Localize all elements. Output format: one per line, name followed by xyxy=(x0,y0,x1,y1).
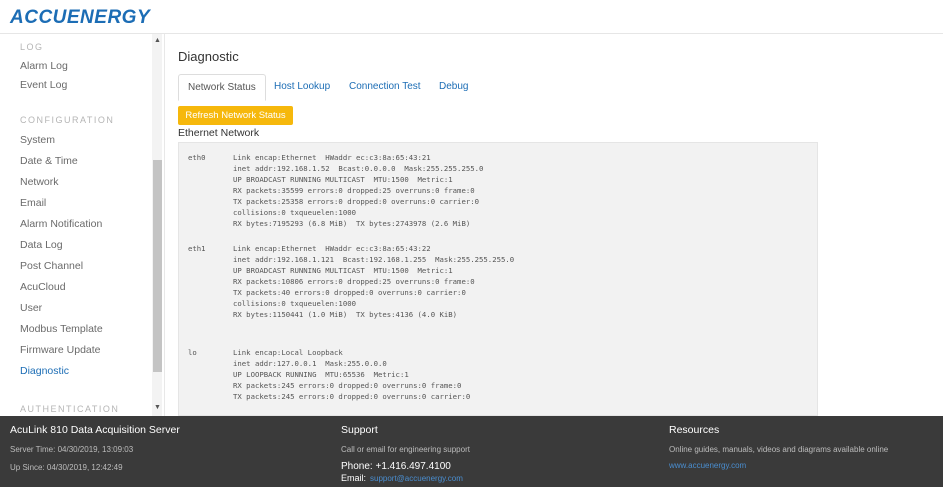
interface-line: RX packets:10806 errors:0 dropped:25 ove… xyxy=(233,277,475,286)
up-since: Up Since: 04/30/2019, 12:42:49 xyxy=(10,463,123,472)
interface-line: inet addr:192.168.1.121 Bcast:192.168.1.… xyxy=(233,255,515,264)
ethernet-network-heading: Ethernet Network xyxy=(178,127,260,139)
sidebar-item-diagnostic[interactable]: Diagnostic xyxy=(20,365,69,377)
interface-line: TX packets:245 errors:0 dropped:0 overru… xyxy=(233,392,471,401)
sidebar-item-data-log[interactable]: Data Log xyxy=(20,239,63,251)
sidebar-item-date-time[interactable]: Date & Time xyxy=(20,155,78,167)
interface-line: UP BROADCAST RUNNING MULTICAST MTU:1500 … xyxy=(233,266,453,275)
network-status-output: eth0 Link encap:Ethernet HWaddr ec:c3:8a… xyxy=(178,142,818,416)
sidebar-item-acucloud[interactable]: AcuCloud xyxy=(20,281,66,293)
interface-line: RX bytes:1150441 (1.0 MiB) TX bytes:4136… xyxy=(233,310,458,319)
diagnostic-tabs: Network Status Host Lookup Connection Te… xyxy=(178,74,818,101)
top-bar: ACCUENERGY xyxy=(0,0,943,34)
interface-line: Link encap:Local Loopback xyxy=(233,348,343,357)
interface-name: eth1 xyxy=(188,244,206,253)
support-text: Call or email for engineering support xyxy=(341,445,470,454)
interface-name: lo xyxy=(188,348,197,357)
interface-line: Link encap:Ethernet HWaddr ec:c3:8a:65:4… xyxy=(233,153,431,162)
interface-line: inet addr:192.168.1.52 Bcast:0.0.0.0 Mas… xyxy=(233,164,484,173)
refresh-network-status-button[interactable]: Refresh Network Status xyxy=(178,106,293,125)
sidebar-item-alarm-log[interactable]: Alarm Log xyxy=(20,60,68,72)
footer-support-title: Support xyxy=(341,424,378,436)
sidebar-item-event-log[interactable]: Event Log xyxy=(20,79,67,91)
interface-line: collisions:0 txqueuelen:1000 xyxy=(233,208,357,217)
footer-product-title: AcuLink 810 Data Acquisition Server xyxy=(10,424,180,436)
sidebar-heading-configuration: CONFIGURATION xyxy=(20,115,115,125)
interface-line: RX packets:245 errors:0 dropped:0 overru… xyxy=(233,381,462,390)
support-email-link[interactable]: support@accuenergy.com xyxy=(370,474,463,483)
resources-link[interactable]: www.accuenergy.com xyxy=(669,461,746,470)
interface-line: Link encap:Ethernet HWaddr ec:c3:8a:65:4… xyxy=(233,244,431,253)
sidebar: LOG Alarm Log Event Log CONFIGURATION Sy… xyxy=(0,34,165,416)
support-email-label: Email: xyxy=(341,473,367,483)
interface-line: inet addr:127.0.0.1 Mask:255.0.0.0 xyxy=(233,359,387,368)
accuenergy-logo[interactable]: ACCUENERGY xyxy=(10,7,150,29)
server-time: Server Time: 04/30/2019, 13:09:03 xyxy=(10,445,134,454)
sidebar-item-email[interactable]: Email xyxy=(20,197,46,209)
tab-connection-test[interactable]: Connection Test xyxy=(340,74,430,101)
sidebar-item-network[interactable]: Network xyxy=(20,176,59,188)
sidebar-item-system[interactable]: System xyxy=(20,134,55,146)
sidebar-item-user[interactable]: User xyxy=(20,302,42,314)
interface-line: RX bytes:7195293 (6.8 MiB) TX bytes:2743… xyxy=(233,219,471,228)
footer: AcuLink 810 Data Acquisition Server Serv… xyxy=(0,416,943,487)
interface-line: RX packets:35599 errors:0 dropped:25 ove… xyxy=(233,186,475,195)
scroll-up-arrow-icon[interactable]: ▲ xyxy=(154,37,161,44)
scroll-down-arrow-icon[interactable]: ▼ xyxy=(154,404,161,411)
interface-line: UP LOOPBACK RUNNING MTU:65536 Metric:1 xyxy=(233,370,409,379)
sidebar-heading-authentication: AUTHENTICATION xyxy=(20,404,120,414)
sidebar-scrollbar-thumb[interactable] xyxy=(153,160,162,372)
interface-name: eth0 xyxy=(188,153,206,162)
sidebar-item-post-channel[interactable]: Post Channel xyxy=(20,260,83,272)
support-phone: Phone: +1.416.497.4100 xyxy=(341,461,451,472)
tab-network-status[interactable]: Network Status xyxy=(178,74,266,101)
interface-line: UP BROADCAST RUNNING MULTICAST MTU:1500 … xyxy=(233,175,453,184)
tab-debug[interactable]: Debug xyxy=(430,74,477,101)
resources-text: Online guides, manuals, videos and diagr… xyxy=(669,445,889,454)
interface-line: TX packets:25358 errors:0 dropped:0 over… xyxy=(233,197,480,206)
sidebar-heading-log: LOG xyxy=(20,42,44,52)
interface-line: collisions:0 txqueuelen:1000 xyxy=(233,299,357,308)
footer-resources-title: Resources xyxy=(669,424,720,436)
sidebar-item-firmware-update[interactable]: Firmware Update xyxy=(20,344,101,356)
interface-line: TX packets:40 errors:0 dropped:0 overrun… xyxy=(233,288,466,297)
tab-host-lookup[interactable]: Host Lookup xyxy=(265,74,339,101)
page-title: Diagnostic xyxy=(178,49,239,64)
sidebar-item-modbus-template[interactable]: Modbus Template xyxy=(20,323,103,335)
main-content: Diagnostic Network Status Host Lookup Co… xyxy=(165,34,943,416)
sidebar-item-alarm-notification[interactable]: Alarm Notification xyxy=(20,218,102,230)
